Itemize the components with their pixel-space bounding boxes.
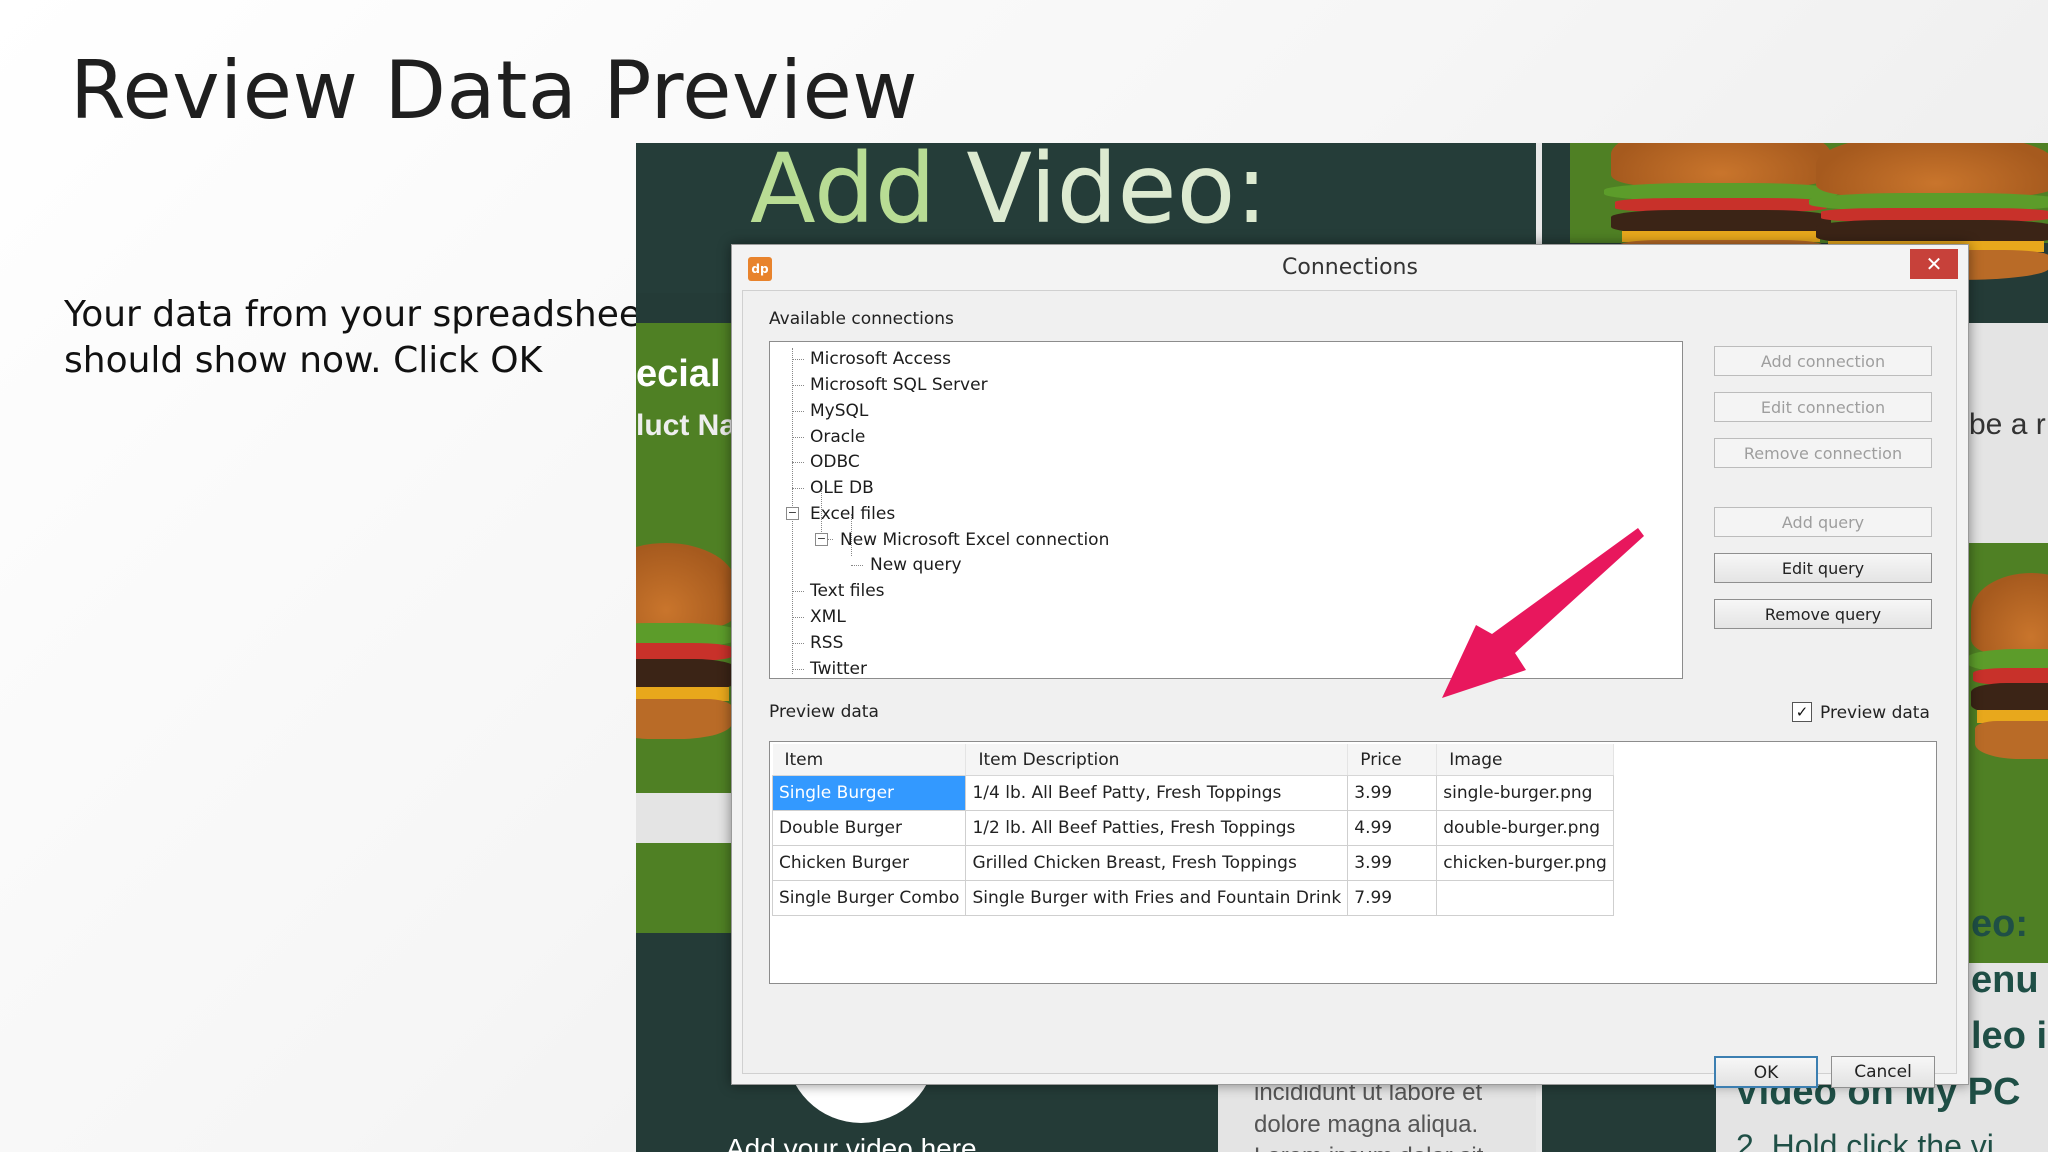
remove-query-button[interactable]: Remove query xyxy=(1714,599,1932,629)
tree-item-odbc[interactable]: ODBC xyxy=(810,450,860,474)
table-cell[interactable]: Double Burger xyxy=(771,810,967,846)
slide-body-text: Your data from your spreadsheet should s… xyxy=(64,292,656,384)
column-header-item[interactable]: Item xyxy=(772,744,967,776)
annotation-arrow-icon xyxy=(1442,528,1644,698)
table-cell[interactable]: Chicken Burger xyxy=(771,845,967,881)
available-connections-label: Available connections xyxy=(769,309,954,329)
collapse-icon[interactable]: − xyxy=(786,507,799,520)
table-cell[interactable]: Single Burger Combo xyxy=(771,880,967,916)
slide-title: Review Data Preview xyxy=(70,44,919,137)
table-cell[interactable]: Single Burger with Fries and Fountain Dr… xyxy=(965,880,1349,916)
slide-body-line: should show now. Click OK xyxy=(64,340,543,381)
table-cell[interactable]: Grilled Chicken Breast, Fresh Toppings xyxy=(965,845,1349,881)
column-header-price[interactable]: Price xyxy=(1347,744,1438,776)
tree-item-oracle[interactable]: Oracle xyxy=(810,425,865,449)
tree-guide xyxy=(792,617,804,618)
preview-data-checkbox[interactable]: ✓ xyxy=(1792,702,1812,722)
table-cell[interactable]: double-burger.png xyxy=(1436,810,1614,846)
preview-data-grid: Item Item Description Price Image Single… xyxy=(769,741,1937,984)
remove-connection-button[interactable]: Remove connection xyxy=(1714,438,1932,468)
edit-connection-button[interactable]: Edit connection xyxy=(1714,392,1932,422)
table-cell[interactable]: 7.99 xyxy=(1347,880,1438,916)
dialog-titlebar: dp Connections ✕ xyxy=(732,245,1968,289)
arrow-shape xyxy=(1442,528,1644,698)
preview-table: Item Item Description Price Image Single… xyxy=(771,744,1614,916)
ok-button[interactable]: OK xyxy=(1714,1056,1818,1088)
tree-guide xyxy=(792,385,804,386)
tree-item-microsoft-access[interactable]: Microsoft Access xyxy=(810,347,951,371)
tree-guide xyxy=(792,411,804,412)
tree-guide xyxy=(792,359,804,360)
bg-text: dolore magna aliqua. xyxy=(1254,1111,1479,1138)
tree-item-xml[interactable]: XML xyxy=(810,605,846,629)
tree-item-ole-db[interactable]: OLE DB xyxy=(810,476,874,500)
table-cell[interactable]: 1/2 lb. All Beef Patties, Fresh Toppings xyxy=(965,810,1349,846)
table-header-row: Item Item Description Price Image xyxy=(772,744,1614,776)
tree-item-excel-files[interactable]: Excel files xyxy=(810,502,895,526)
close-button[interactable]: ✕ xyxy=(1910,249,1958,279)
bg-text: be a r xyxy=(1969,408,2046,441)
tree-guide xyxy=(792,462,804,463)
table-cell[interactable]: 3.99 xyxy=(1347,775,1438,811)
tree-item-mysql[interactable]: MySQL xyxy=(810,399,868,423)
table-cell[interactable]: chicken-burger.png xyxy=(1436,845,1614,881)
tree-item-microsoft-sql-server[interactable]: Microsoft SQL Server xyxy=(810,373,988,397)
tree-guide xyxy=(792,437,804,438)
column-header-image[interactable]: Image xyxy=(1436,744,1614,776)
slide-body-line: Your data from your spreadsheet xyxy=(64,294,656,335)
table-cell[interactable]: 3.99 xyxy=(1347,845,1438,881)
bg-text: enu xyxy=(1971,959,2039,1001)
bg-add-video-heading: Add Video: xyxy=(750,143,1268,245)
connections-dialog: dp Connections ✕ Available connections −… xyxy=(731,244,1969,1088)
burger-image xyxy=(636,543,741,743)
tree-item-twitter[interactable]: Twitter xyxy=(810,657,867,681)
collapse-icon[interactable]: − xyxy=(815,533,828,546)
close-icon: ✕ xyxy=(1925,252,1943,276)
dialog-client-area: Available connections − − Microsoft Acce… xyxy=(742,290,1957,1088)
edit-query-button[interactable]: Edit query xyxy=(1714,553,1932,583)
table-cell-selected[interactable]: Single Burger xyxy=(771,775,967,811)
tree-item-excel-connection[interactable]: New Microsoft Excel connection xyxy=(840,528,1109,552)
add-query-button[interactable]: Add query xyxy=(1714,507,1932,537)
preview-data-checkbox-label[interactable]: Preview data xyxy=(1820,703,1930,723)
bg-text: 2. Hold click the vi xyxy=(1736,1128,1994,1152)
bg-text: Add your video here xyxy=(726,1133,977,1152)
tree-guide xyxy=(792,669,804,670)
table-row[interactable]: Chicken Burger Grilled Chicken Breast, F… xyxy=(771,845,1614,881)
tree-item-text-files[interactable]: Text files xyxy=(810,579,885,603)
tree-guide xyxy=(792,643,804,644)
tree-guide xyxy=(792,591,804,592)
table-row[interactable]: Single Burger Combo Single Burger with F… xyxy=(771,880,1614,916)
add-connection-button[interactable]: Add connection xyxy=(1714,346,1932,376)
bg-text: leo i xyxy=(1971,1015,2048,1057)
preview-data-label: Preview data xyxy=(769,702,879,722)
dialog-title: Connections xyxy=(1282,255,1418,280)
tree-item-new-query[interactable]: New query xyxy=(870,553,962,577)
bg-text: eo: xyxy=(1971,903,2028,945)
table-row[interactable]: Single Burger 1/4 lb. All Beef Patty, Fr… xyxy=(771,775,1614,811)
column-header-item-description[interactable]: Item Description xyxy=(965,744,1349,776)
table-cell[interactable]: 1/4 lb. All Beef Patty, Fresh Toppings xyxy=(965,775,1349,811)
table-cell[interactable] xyxy=(1436,880,1614,916)
table-cell[interactable]: single-burger.png xyxy=(1436,775,1614,811)
table-row[interactable]: Double Burger 1/2 lb. All Beef Patties, … xyxy=(771,810,1614,846)
checkmark-icon: ✓ xyxy=(1795,703,1809,721)
bg-text: Lorem ipsum dolor sit xyxy=(1254,1143,1483,1152)
tree-guide xyxy=(792,488,804,489)
bg-text: luct Na xyxy=(636,409,737,442)
burger-image xyxy=(1967,573,2048,763)
cancel-button[interactable]: Cancel xyxy=(1831,1056,1935,1088)
bg-panel xyxy=(636,793,736,843)
table-cell[interactable]: 4.99 xyxy=(1347,810,1438,846)
tree-guide xyxy=(851,565,863,566)
tree-item-rss[interactable]: RSS xyxy=(810,631,843,655)
